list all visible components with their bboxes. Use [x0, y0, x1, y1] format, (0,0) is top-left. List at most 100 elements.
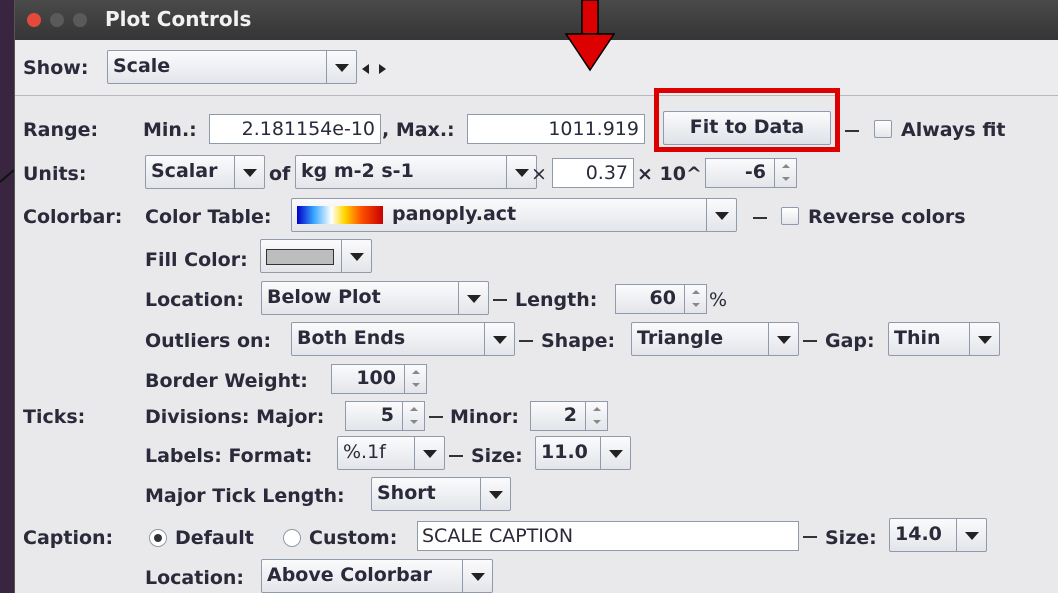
outliers-label: Outliers on: — [145, 330, 272, 352]
gap-label: Gap: — [825, 330, 875, 352]
chevron-down-icon[interactable] — [956, 519, 986, 551]
separator-dash — [753, 217, 767, 219]
format-dropdown[interactable]: %.1f — [337, 436, 445, 470]
caption-size-label: Size: — [825, 527, 877, 549]
shape-value: Triangle — [637, 327, 724, 349]
range-label: Range: — [23, 119, 99, 141]
title-bar: Plot Controls — [15, 0, 1058, 40]
show-label: Show: — [23, 57, 89, 79]
caption-size-value: 14.0 — [895, 523, 942, 545]
close-window-icon[interactable] — [27, 13, 41, 27]
separator-dash — [519, 340, 533, 342]
border-weight-label: Border Weight: — [145, 370, 308, 392]
chevron-down-icon[interactable] — [768, 323, 798, 355]
min-input[interactable]: 2.181154e-10 — [209, 114, 381, 144]
colorbar-location-label: Location: — [145, 289, 245, 311]
of-label: of — [269, 163, 291, 185]
stepper-arrows-icon[interactable] — [404, 365, 426, 393]
tick-size-dropdown[interactable]: 11.0 — [535, 436, 631, 470]
exponent-stepper[interactable]: -6 — [705, 158, 797, 188]
chevron-down-icon[interactable] — [480, 478, 510, 510]
chevron-down-icon[interactable] — [484, 323, 514, 355]
colorbar-location-dropdown[interactable]: Below Plot — [261, 281, 489, 315]
format-value: %.1f — [343, 441, 386, 463]
color-table-value: panoply.act — [392, 203, 517, 225]
major-tick-length-value: Short — [377, 482, 436, 504]
caption-text-input[interactable]: SCALE CAPTION — [417, 521, 799, 551]
color-table-label: Color Table: — [145, 206, 272, 228]
caption-location-dropdown[interactable]: Above Colorbar — [261, 559, 493, 593]
stepper-arrows-icon[interactable] — [585, 402, 607, 430]
minor-label: Minor: — [450, 406, 519, 428]
stepper-arrows-icon[interactable] — [402, 402, 424, 430]
units-dropdown[interactable]: kg m-2 s-1 — [295, 155, 537, 189]
previous-arrow-icon[interactable] — [359, 62, 373, 76]
times-label: × — [531, 163, 547, 185]
minor-divisions-stepper[interactable]: 2 — [530, 401, 608, 431]
maximize-window-icon[interactable] — [73, 13, 87, 27]
length-stepper[interactable]: 60 — [615, 284, 707, 314]
stepper-arrows-icon[interactable] — [684, 285, 706, 313]
highlight-box — [654, 88, 840, 152]
custom-caption-radio[interactable] — [283, 529, 301, 547]
always-fit-checkbox[interactable] — [874, 120, 892, 138]
chevron-down-icon[interactable] — [341, 240, 371, 272]
units-type-dropdown[interactable]: Scalar — [145, 155, 265, 189]
border-weight-stepper[interactable]: 100 — [331, 364, 427, 394]
length-label: Length: — [515, 289, 598, 311]
shape-label: Shape: — [541, 330, 616, 352]
caption-location-value: Above Colorbar — [267, 564, 432, 586]
shape-dropdown[interactable]: Triangle — [631, 322, 799, 356]
major-tick-length-label: Major Tick Length: — [145, 485, 345, 507]
gap-value: Thin — [894, 327, 941, 349]
color-table-swatch-icon — [297, 206, 383, 224]
separator-dash — [803, 340, 817, 342]
fill-color-label: Fill Color: — [145, 249, 248, 271]
exponent-value: -6 — [744, 161, 766, 183]
separator-dash — [803, 536, 817, 538]
major-tick-length-dropdown[interactable]: Short — [371, 477, 511, 511]
max-label: , Max.: — [382, 119, 455, 141]
caption-size-dropdown[interactable]: 14.0 — [889, 518, 987, 552]
units-type-value: Scalar — [151, 160, 218, 182]
reverse-colors-checkbox[interactable] — [781, 207, 799, 225]
separator-dash — [493, 299, 507, 301]
min-label: Min.: — [143, 119, 197, 141]
chevron-down-icon[interactable] — [969, 323, 999, 355]
caption-location-label: Location: — [145, 567, 245, 589]
plot-controls-window: Plot Controls Show: Scale Range: Min.: 2… — [14, 0, 1058, 593]
default-caption-radio[interactable] — [149, 529, 167, 547]
chevron-down-icon[interactable] — [326, 51, 356, 83]
chevron-down-icon[interactable] — [462, 560, 492, 592]
chevron-down-icon[interactable] — [706, 199, 736, 231]
separator-dash — [449, 455, 463, 457]
stepper-arrows-icon[interactable] — [774, 159, 796, 187]
show-dropdown[interactable]: Scale — [107, 50, 357, 84]
outliers-dropdown[interactable]: Both Ends — [291, 322, 515, 356]
red-arrow-icon — [564, 0, 616, 72]
labels-format-label: Labels: Format: — [145, 445, 313, 467]
outliers-value: Both Ends — [297, 327, 406, 349]
chevron-down-icon[interactable] — [414, 437, 444, 469]
separator-dash — [429, 416, 443, 418]
always-fit-label: Always fit — [901, 119, 1006, 141]
next-arrow-icon[interactable] — [375, 62, 389, 76]
chevron-down-icon[interactable] — [600, 437, 630, 469]
chevron-down-icon[interactable] — [458, 282, 488, 314]
custom-caption-label: Custom: — [309, 527, 398, 549]
separator-dash — [845, 130, 859, 132]
minimize-window-icon[interactable] — [50, 13, 64, 27]
color-table-dropdown[interactable]: panoply.act — [291, 198, 737, 232]
percent-label: % — [709, 289, 728, 311]
max-input[interactable]: 1011.919 — [467, 114, 645, 144]
show-dropdown-value: Scale — [113, 55, 171, 77]
chevron-down-icon[interactable] — [234, 156, 264, 188]
default-caption-label: Default — [175, 527, 254, 549]
major-divisions-value: 5 — [380, 404, 394, 426]
major-divisions-stepper[interactable]: 5 — [345, 401, 425, 431]
factor-input[interactable]: 0.37 — [552, 158, 634, 188]
border-weight-value: 100 — [356, 367, 396, 389]
colorbar-location-value: Below Plot — [267, 286, 381, 308]
gap-dropdown[interactable]: Thin — [888, 322, 1000, 356]
fill-color-dropdown[interactable] — [260, 239, 372, 273]
